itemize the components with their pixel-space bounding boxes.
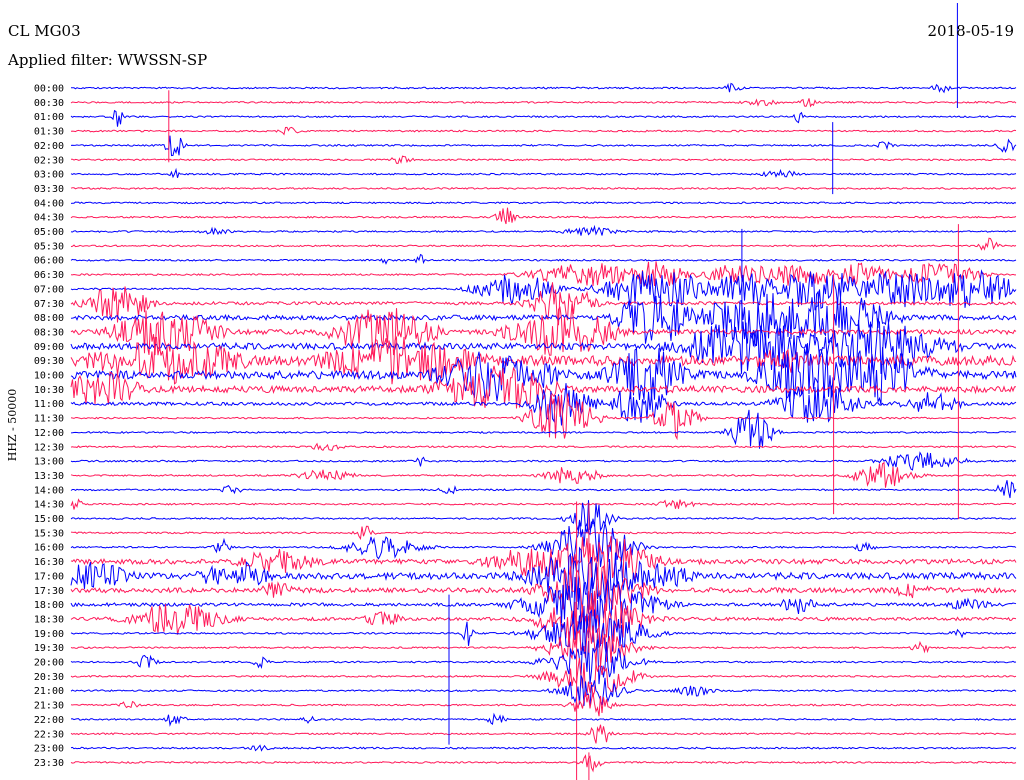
- trace-row-2100: [70, 675, 1017, 707]
- time-label: 08:00: [34, 313, 64, 324]
- time-label: 22:00: [34, 715, 64, 726]
- channel-label: HHZ - 50000: [6, 389, 19, 462]
- trace-row-1630: [70, 536, 1017, 588]
- time-label: 09:30: [34, 356, 64, 367]
- time-label: 07:30: [34, 299, 64, 310]
- trace-row-0500: [70, 224, 1017, 236]
- time-label: 16:00: [34, 543, 64, 554]
- time-label: 05:00: [34, 227, 64, 238]
- time-label: 21:00: [34, 686, 64, 697]
- trace-row-1330: [70, 461, 1017, 488]
- time-label: 23:00: [34, 744, 64, 755]
- trace-row-0330: [70, 187, 1017, 190]
- trace-row-1200: [70, 409, 1017, 449]
- time-label: 02:30: [34, 155, 64, 166]
- time-label: 15:00: [34, 514, 64, 525]
- trace-row-1000: [70, 343, 1017, 405]
- trace-row-1400: [70, 480, 1017, 499]
- trace-row-0230: [70, 155, 1017, 165]
- time-label: 11:30: [34, 414, 64, 425]
- station-label: CL MG03: [8, 22, 81, 40]
- time-label: 17:30: [34, 586, 64, 597]
- trace-row-0000: [70, 82, 1017, 94]
- trace-row-0400: [70, 201, 1017, 205]
- time-label: 14:30: [34, 500, 64, 511]
- time-label: 04:30: [34, 213, 64, 224]
- trace-row-0030: [70, 98, 1017, 108]
- trace-layer: [70, 3, 1017, 780]
- time-label: 18:30: [34, 614, 64, 625]
- trace-row-1300: [70, 451, 1017, 471]
- trace-row-0430: [70, 207, 1017, 225]
- time-label: 12:00: [34, 428, 64, 439]
- trace-row-0530: [70, 237, 1017, 251]
- trace-row-2330: [70, 754, 1017, 773]
- time-label: 21:30: [34, 701, 64, 712]
- trace-row-1600: [70, 519, 1017, 567]
- time-label: 06:30: [34, 270, 64, 281]
- time-label: 19:30: [34, 643, 64, 654]
- time-label: 20:00: [34, 658, 64, 669]
- trace-row-1230: [70, 442, 1017, 452]
- trace-row-1430: [70, 498, 1017, 510]
- time-label: 13:30: [34, 471, 64, 482]
- time-label: 12:30: [34, 442, 64, 453]
- time-label-layer: 00:00 00:30 01:00 01:30 02:00 02:30 03:00 03:30…: [34, 84, 64, 769]
- time-label: 07:00: [34, 284, 64, 295]
- trace-row-2230: [70, 724, 1017, 744]
- time-label: 05:30: [34, 241, 64, 252]
- trace-row-0700: [70, 269, 1017, 311]
- time-label: 10:30: [34, 385, 64, 396]
- trace-row-2300: [70, 744, 1017, 752]
- time-label: 22:30: [34, 729, 64, 740]
- time-label: 10:00: [34, 371, 64, 382]
- trace-row-0100: [70, 109, 1016, 127]
- time-label: 13:00: [34, 457, 64, 468]
- time-label: 15:30: [34, 528, 64, 539]
- trace-row-1530: [70, 525, 1017, 541]
- time-label: 23:30: [34, 758, 64, 769]
- time-label: 11:00: [34, 399, 64, 410]
- time-label: 00:30: [34, 98, 64, 109]
- trace-row-0200: [70, 135, 1017, 157]
- trace-row-0130: [70, 126, 1017, 136]
- time-label: 02:00: [34, 141, 64, 152]
- time-label: 09:00: [34, 342, 64, 353]
- time-label: 03:30: [34, 184, 64, 195]
- helicorder-plot: 00:00 00:30 01:00 01:30 02:00 02:30 03:00 03:30…: [6, 3, 1017, 780]
- time-label: 18:00: [34, 600, 64, 611]
- trace-row-1930: [70, 625, 1017, 667]
- time-label: 08:30: [34, 327, 64, 338]
- trace-row-2130: [70, 692, 1017, 717]
- time-label: 01:30: [34, 127, 64, 138]
- trace-row-1830: [70, 590, 1017, 646]
- trace-row-0600: [70, 253, 1017, 265]
- trace-row-0300: [70, 167, 1017, 179]
- time-label: 00:00: [34, 84, 64, 95]
- time-label: 01:00: [34, 112, 64, 123]
- time-label: 16:30: [34, 557, 64, 568]
- date-label: 2018-05-19: [927, 22, 1014, 40]
- trace-row-1900: [70, 605, 1017, 658]
- time-label: 04:00: [34, 198, 64, 209]
- time-label: 19:00: [34, 629, 64, 640]
- time-label: 14:00: [34, 485, 64, 496]
- time-label: 06:00: [34, 256, 64, 267]
- time-label: 20:30: [34, 672, 64, 683]
- time-label: 03:00: [34, 170, 64, 181]
- time-label: 17:00: [34, 571, 64, 582]
- filter-label: Applied filter: WWSSN-SP: [8, 51, 208, 69]
- trace-row-2200: [70, 712, 1016, 727]
